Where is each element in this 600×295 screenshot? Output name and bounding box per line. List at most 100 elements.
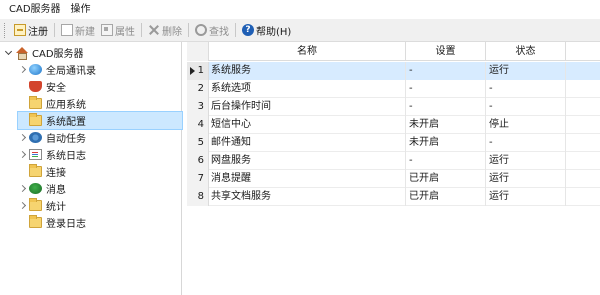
folder-icon — [29, 113, 42, 126]
cell-name[interactable]: 消息提醒 — [209, 170, 406, 188]
cell-setting[interactable]: 已开启 — [406, 170, 486, 188]
cell-name[interactable]: 系统选项 — [209, 80, 406, 98]
chevron-right-icon[interactable] — [18, 129, 29, 146]
cell-setting[interactable]: - — [406, 80, 486, 98]
cell-name[interactable]: 系统服务 — [209, 62, 406, 80]
table-row[interactable]: 8 共享文档服务 已开启 运行 — [187, 188, 600, 206]
row-number[interactable]: 5 — [187, 134, 209, 152]
cell-status[interactable]: - — [486, 98, 566, 116]
help-label: 帮助(H) — [256, 26, 292, 38]
tree-item-auto-tasks[interactable]: 自动任务 — [18, 129, 86, 146]
tree-item-security[interactable]: 安全 — [18, 78, 66, 95]
cell-setting[interactable]: - — [406, 62, 486, 80]
globe-icon — [29, 64, 42, 75]
delete-label: 删除 — [162, 26, 182, 38]
tree-item-connections[interactable]: 连接 — [18, 163, 66, 180]
cell-status[interactable]: 运行 — [486, 62, 566, 80]
row-number[interactable]: 6 — [187, 152, 209, 170]
row-number[interactable]: 2 — [187, 80, 209, 98]
toolbar-separator — [141, 23, 142, 37]
cell-status[interactable]: 停止 — [486, 116, 566, 134]
cell-name[interactable]: 后台操作时间 — [209, 98, 406, 116]
toolbar-grip[interactable] — [4, 22, 7, 38]
log-icon — [29, 149, 42, 160]
table-header: 名称 设置 状态 — [187, 42, 600, 61]
home-icon — [15, 47, 28, 60]
tree-item-label: 安全 — [46, 83, 66, 94]
cell-status[interactable]: 运行 — [486, 152, 566, 170]
folder-icon — [29, 164, 42, 177]
cell-setting[interactable]: 未开启 — [406, 134, 486, 152]
row-number[interactable]: 4 — [187, 116, 209, 134]
menu-cad-server[interactable]: CAD服务器 — [4, 0, 66, 19]
column-header-name[interactable]: 名称 — [209, 42, 406, 61]
table-row[interactable]: 1 系统服务 - 运行 — [187, 62, 600, 80]
chevron-right-icon[interactable] — [18, 180, 29, 197]
tree-item-label: 自动任务 — [46, 134, 86, 145]
tree-root-label: CAD服务器 — [32, 49, 84, 60]
tree-item-applications[interactable]: 应用系统 — [18, 95, 86, 112]
toolbar: 注册 新建 属性 删除 查找 ? 帮助(H) — [0, 19, 600, 42]
table-row[interactable]: 7 消息提醒 已开启 运行 — [187, 170, 600, 188]
properties-button[interactable]: 属性 — [98, 21, 138, 39]
find-button[interactable]: 查找 — [192, 21, 232, 39]
tree-item-statistics[interactable]: 统计 — [18, 197, 66, 214]
column-header-setting[interactable]: 设置 — [406, 42, 486, 61]
delete-x-icon — [148, 24, 160, 36]
cell-name[interactable]: 共享文档服务 — [209, 188, 406, 206]
properties-icon — [101, 24, 113, 36]
cell-status[interactable]: - — [486, 80, 566, 98]
register-button[interactable]: 注册 — [11, 21, 51, 39]
cell-setting[interactable]: - — [406, 98, 486, 116]
chevron-down-icon[interactable] — [4, 44, 15, 61]
cell-status[interactable]: - — [486, 134, 566, 152]
row-number[interactable]: 3 — [187, 98, 209, 116]
cell-name[interactable]: 短信中心 — [209, 116, 406, 134]
menu-operation[interactable]: 操作 — [66, 0, 96, 19]
cell-name[interactable]: 邮件通知 — [209, 134, 406, 152]
gears-icon — [29, 132, 42, 143]
table-row[interactable]: 5 邮件通知 未开启 - — [187, 134, 600, 152]
tree-root[interactable]: CAD服务器 — [4, 44, 84, 61]
cell-setting[interactable]: - — [406, 152, 486, 170]
table-row[interactable]: 2 系统选项 - - — [187, 80, 600, 98]
cell-setting[interactable]: 未开启 — [406, 116, 486, 134]
new-document-icon — [61, 24, 73, 36]
tree-item-global-address-book[interactable]: 全局通讯录 — [18, 61, 96, 78]
row-number[interactable]: 7 — [187, 170, 209, 188]
delete-button[interactable]: 删除 — [145, 21, 185, 39]
current-row-arrow-icon — [190, 67, 195, 75]
folder-icon — [29, 96, 42, 109]
tree-item-label: 统计 — [46, 202, 66, 213]
tree-item-label: 消息 — [46, 185, 66, 196]
tree-item-system-config[interactable]: 系统配置 — [17, 111, 183, 130]
tree-item-messages[interactable]: 消息 — [18, 180, 66, 197]
cell-status[interactable]: 运行 — [486, 170, 566, 188]
cell-setting[interactable]: 已开启 — [406, 188, 486, 206]
tree-item-label: 全局通讯录 — [46, 66, 96, 77]
chevron-right-icon[interactable] — [18, 197, 29, 214]
cell-name[interactable]: 网盘服务 — [209, 152, 406, 170]
row-number[interactable]: 1 — [187, 62, 209, 80]
cell-status[interactable]: 运行 — [486, 188, 566, 206]
column-header-status[interactable]: 状态 — [486, 42, 566, 61]
tree-item-login-log[interactable]: 登录日志 — [18, 214, 86, 231]
chevron-right-icon[interactable] — [18, 146, 29, 163]
row-number[interactable]: 8 — [187, 188, 209, 206]
tree-item-label: 应用系统 — [46, 100, 86, 111]
help-button[interactable]: ? 帮助(H) — [239, 21, 294, 39]
chevron-right-icon[interactable] — [18, 61, 29, 78]
table-row[interactable]: 6 网盘服务 - 运行 — [187, 152, 600, 170]
new-button[interactable]: 新建 — [58, 21, 98, 39]
cell-filler — [566, 62, 600, 80]
tree-item-label: 登录日志 — [46, 219, 86, 230]
table-row[interactable]: 3 后台操作时间 - - — [187, 98, 600, 116]
tree-item-system-log[interactable]: 系统日志 — [18, 146, 86, 163]
table-row[interactable]: 4 短信中心 未开启 停止 — [187, 116, 600, 134]
register-icon — [14, 24, 26, 36]
